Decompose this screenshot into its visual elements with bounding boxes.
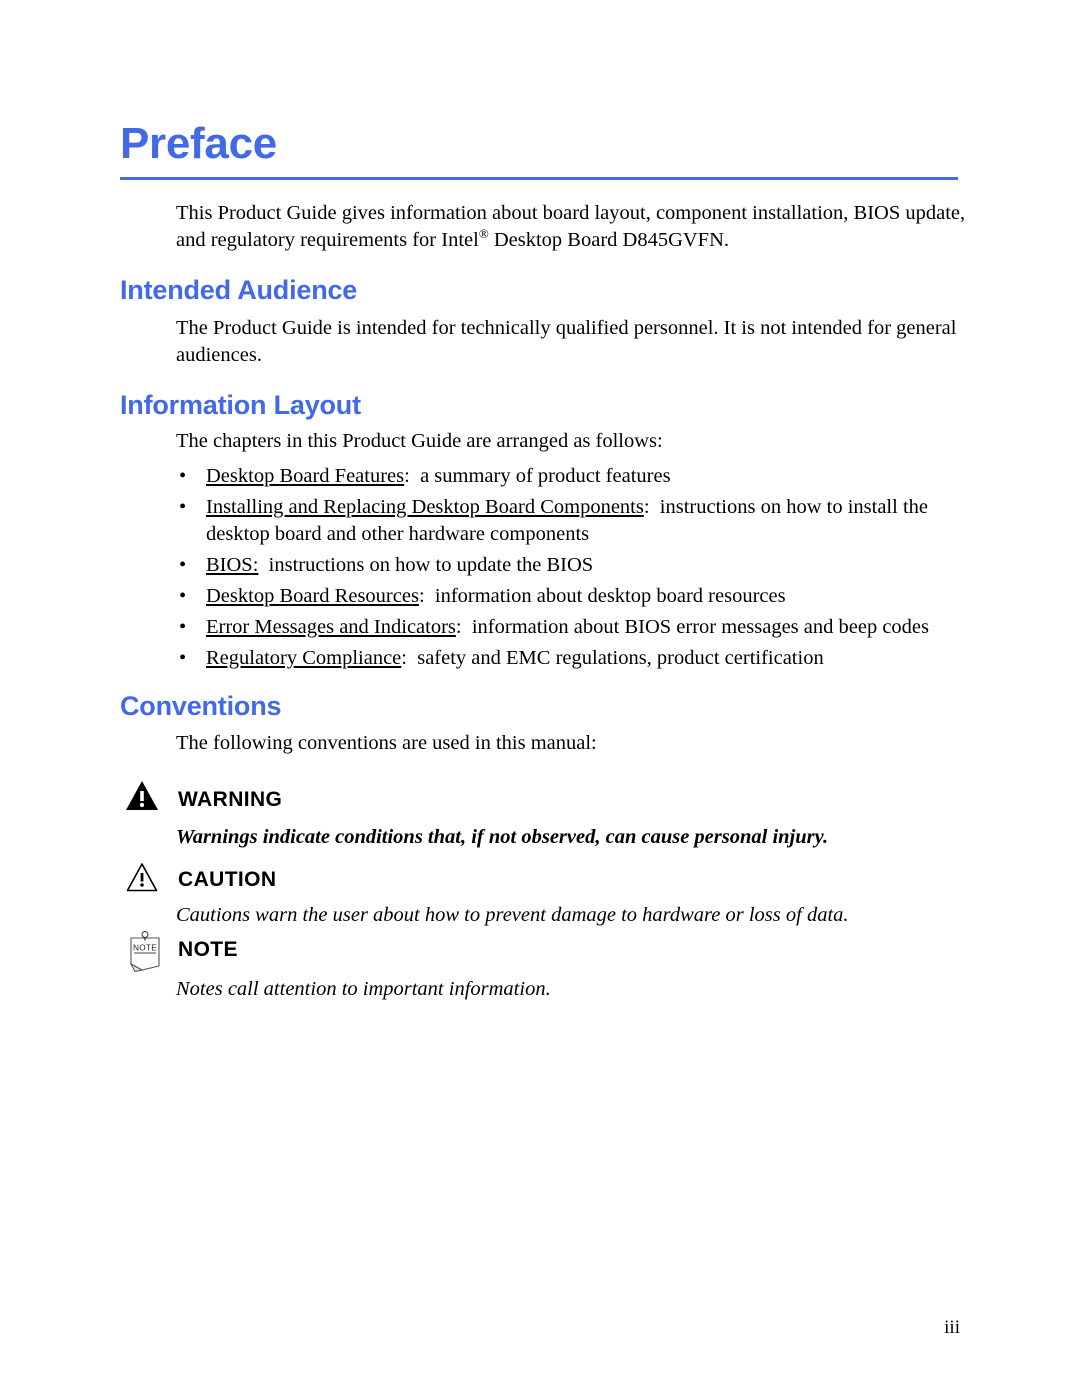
- warning-label: WARNING: [178, 788, 283, 811]
- document-page: Preface This Product Guide gives informa…: [0, 0, 1080, 1397]
- information-layout-paragraph: The chapters in this Product Guide are a…: [176, 430, 663, 452]
- list-item: • BIOS: instructions on how to update the…: [176, 552, 966, 579]
- list-item-separator: :: [418, 585, 435, 607]
- warning-text: Warnings indicate conditions that, if no…: [176, 826, 829, 848]
- list-item-lead: Installing and Replacing Desktop Board C…: [206, 496, 644, 518]
- page-title: Preface: [120, 119, 277, 168]
- heading-conventions: Conventions: [120, 691, 282, 721]
- list-item-description: instructions on how to update the BIOS: [268, 554, 594, 576]
- list-item-separator: :: [643, 496, 660, 518]
- list-item-lead: Desktop Board Features: [206, 465, 405, 487]
- intro-paragraph: This Product Guide gives information abo…: [176, 200, 966, 254]
- note-page-icon: NOTE: [122, 930, 166, 981]
- page-number: iii: [944, 1317, 960, 1338]
- heading-information-layout: Information Layout: [120, 390, 361, 420]
- list-item: • Installing and Replacing Desktop Board …: [176, 494, 966, 548]
- warning-block: WARNING Warnings indicate conditions tha…: [120, 780, 970, 848]
- title-rule: [120, 177, 958, 180]
- warning-triangle-icon: [125, 780, 159, 816]
- note-icon-caption: NOTE: [133, 944, 157, 953]
- list-item-lead: BIOS:: [206, 554, 259, 576]
- list-item: • Error Messages and Indicators: informat…: [176, 614, 966, 641]
- chapter-bullet-list: • Desktop Board Features: a summary of pr…: [176, 463, 966, 676]
- bullet-marker-icon: •: [179, 647, 187, 669]
- heading-intended-audience: Intended Audience: [120, 275, 358, 305]
- caution-label: CAUTION: [178, 868, 277, 891]
- intended-audience-paragraph: The Product Guide is intended for techni…: [176, 317, 957, 366]
- registered-trademark-symbol: ®: [478, 226, 489, 242]
- list-item-lead: Regulatory Compliance: [206, 647, 402, 669]
- caution-text: Cautions warn the user about how to prev…: [176, 904, 849, 926]
- note-label: NOTE: [178, 938, 238, 961]
- intro-text-part2: Desktop Board D845GVFN.: [488, 229, 730, 251]
- list-item-description: information about BIOS error messages an…: [471, 616, 929, 638]
- list-item-description: a summary of product features: [420, 465, 671, 487]
- warning-header: WARNING: [120, 780, 970, 822]
- list-item-lead: Error Messages and Indicators: [206, 616, 456, 638]
- conventions-paragraph: The following conventions are used in th…: [176, 732, 597, 754]
- note-block: NOTE NOTE Notes call attention to import…: [120, 931, 970, 1000]
- bullet-marker-icon: •: [179, 496, 187, 518]
- bullet-marker-icon: •: [179, 554, 187, 576]
- list-item-separator: :: [401, 647, 418, 669]
- note-header: NOTE NOTE: [120, 931, 970, 973]
- caution-block: CAUTION Cautions warn the user about how…: [120, 862, 970, 926]
- list-item-separator: [258, 554, 268, 576]
- list-item-description: information about desktop board resource…: [434, 585, 786, 607]
- list-item-separator: :: [404, 465, 421, 487]
- bullet-marker-icon: •: [179, 616, 187, 638]
- list-item: • Desktop Board Resources: information ab…: [176, 583, 966, 610]
- list-item-description: safety and EMC regulations, product cert…: [417, 647, 824, 669]
- list-item-lead: Desktop Board Resources: [206, 585, 419, 607]
- list-item-separator: :: [455, 616, 472, 638]
- note-text: Notes call attention to important inform…: [176, 978, 551, 1000]
- list-item: • Desktop Board Features: a summary of pr…: [176, 463, 966, 490]
- list-item: • Regulatory Compliance: safety and EMC r…: [176, 645, 966, 672]
- bullet-marker-icon: •: [179, 585, 187, 607]
- caution-header: CAUTION: [120, 862, 970, 902]
- caution-triangle-icon: [126, 862, 158, 897]
- bullet-marker-icon: •: [179, 465, 187, 487]
